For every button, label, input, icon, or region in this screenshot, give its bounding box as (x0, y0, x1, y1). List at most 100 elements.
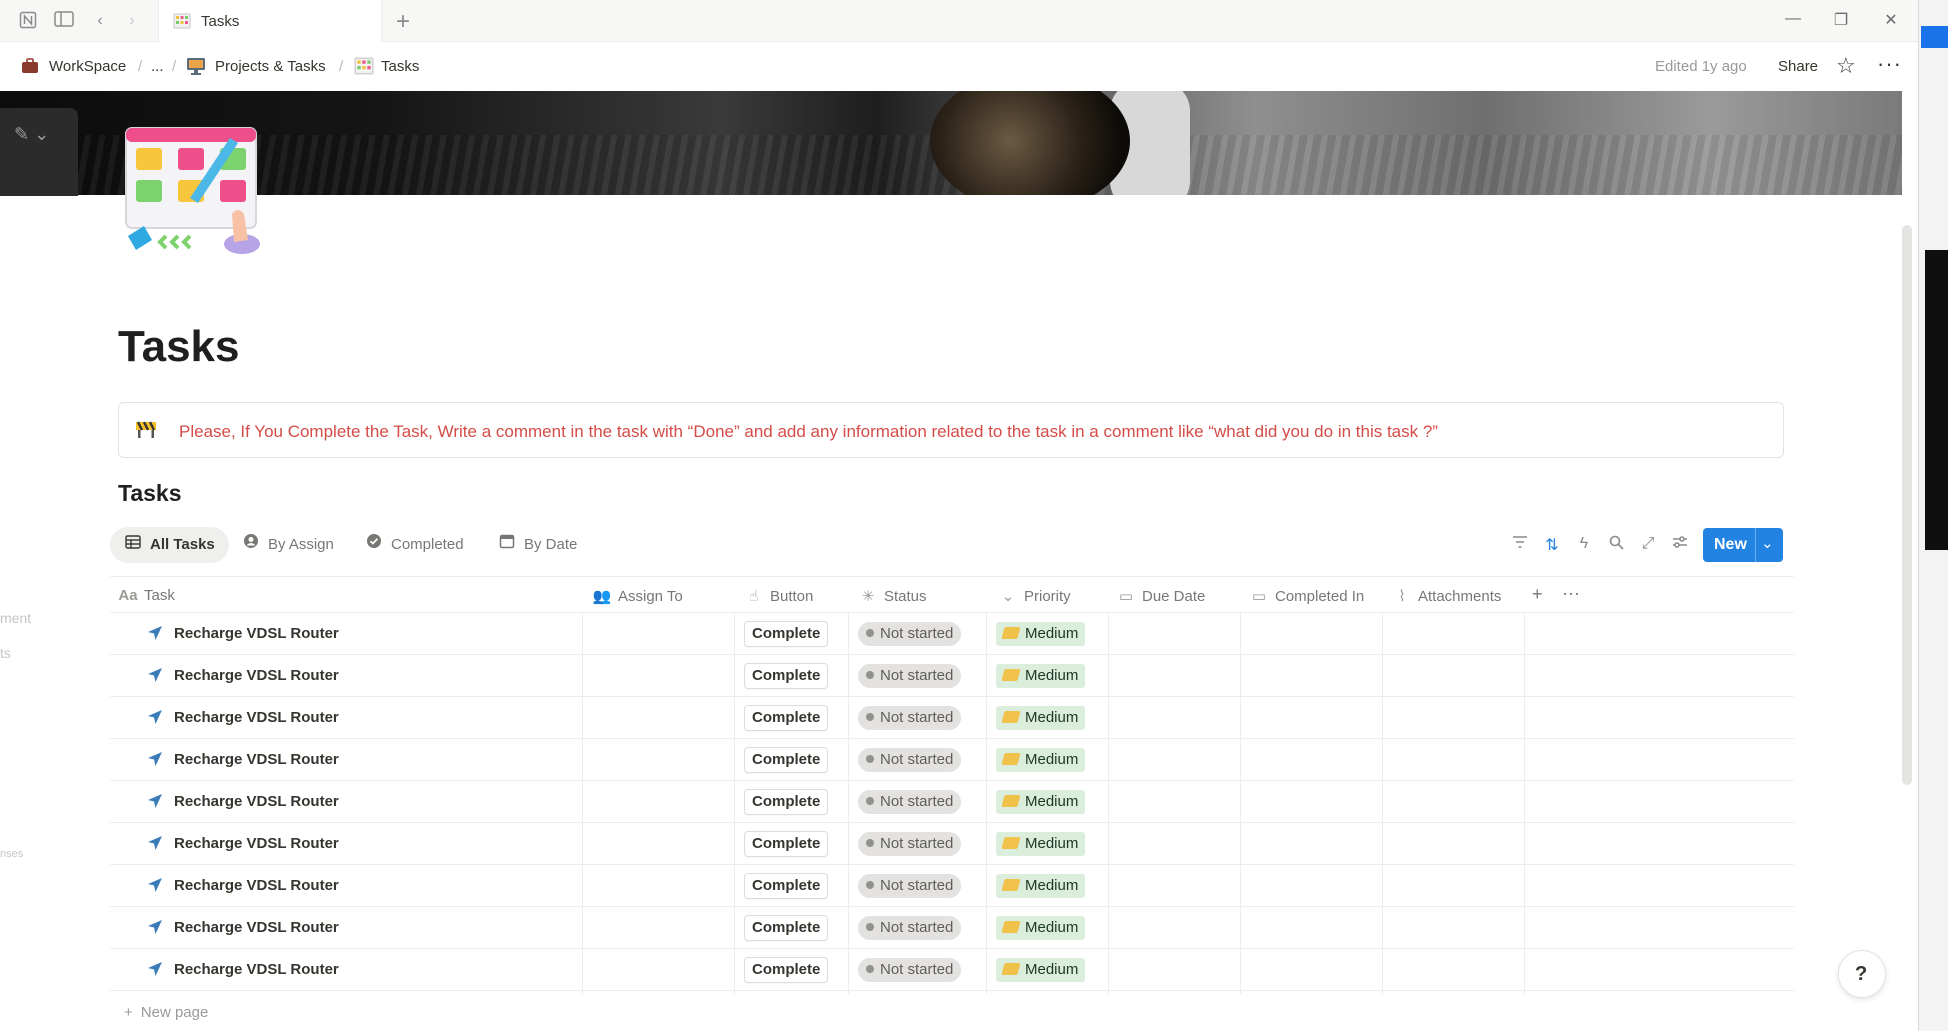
page-icon-kanban-illustration (125, 127, 260, 254)
back-arrow-icon[interactable]: ‹ (90, 11, 110, 31)
column-header-task[interactable]: Aa Task (118, 587, 174, 604)
status-badge[interactable]: Not started (858, 664, 962, 688)
table-row[interactable]: Recharge VDSL Router Complete Not started M… (110, 739, 1794, 781)
automation-bolt-icon[interactable]: ϟ (1574, 535, 1594, 553)
complete-button[interactable]: Complete (744, 663, 829, 689)
priority-badge[interactable]: Medium (996, 916, 1086, 940)
tab-tasks[interactable]: Tasks (158, 0, 382, 42)
table-row[interactable]: Recharge VDSL Router Complete Not started M… (110, 907, 1794, 949)
breadcrumb-tasks[interactable]: Tasks (381, 58, 419, 75)
compose-icon[interactable]: ✎ ⌄ (14, 124, 49, 145)
column-header-button[interactable]: ☝ Button (744, 587, 813, 605)
more-options-icon[interactable]: ··· (1877, 51, 1902, 77)
complete-button[interactable]: Complete (744, 621, 829, 647)
new-tab-button[interactable]: + (396, 8, 410, 36)
vertical-scrollbar[interactable] (1902, 225, 1912, 785)
view-tab-label: Completed (391, 536, 464, 553)
table-row[interactable]: Recharge VDSL Router Complete Not started M… (110, 865, 1794, 907)
favorite-star-icon[interactable]: ☆ (1836, 53, 1856, 79)
status-badge[interactable]: Not started (858, 958, 962, 982)
help-button[interactable]: ? (1838, 950, 1886, 998)
column-header-assign-to[interactable]: 👥 Assign To (592, 587, 683, 605)
database-title[interactable]: Tasks (118, 480, 182, 507)
priority-badge[interactable]: Medium (996, 790, 1086, 814)
paperclip-icon: ⌇ (1398, 588, 1406, 605)
status-badge[interactable]: Not started (858, 874, 962, 898)
sort-icon[interactable]: ⇅ (1542, 535, 1562, 555)
view-tab-all-tasks[interactable]: All Tasks (110, 527, 229, 563)
status-badge[interactable]: Not started (858, 706, 962, 730)
task-title-cell[interactable]: Recharge VDSL Router (146, 835, 339, 852)
table-row[interactable]: Recharge VDSL Router Complete Not started M… (110, 697, 1794, 739)
sidebar-toggle-icon[interactable] (54, 11, 74, 31)
breadcrumb-ellipsis[interactable]: ... (151, 58, 164, 75)
restore-button[interactable]: ❐ (1830, 10, 1852, 30)
priority-badge[interactable]: Medium (996, 622, 1086, 646)
priority-badge[interactable]: Medium (996, 832, 1086, 856)
priority-badge[interactable]: Medium (996, 874, 1086, 898)
column-header-attachments[interactable]: ⌇ Attachments (1392, 587, 1501, 605)
task-title-cell[interactable]: Recharge VDSL Router (146, 961, 339, 978)
close-window-button[interactable]: ✕ (1880, 10, 1902, 30)
task-title-cell[interactable]: Recharge VDSL Router (146, 793, 339, 810)
priority-badge[interactable]: Medium (996, 664, 1086, 688)
column-more-icon[interactable]: ··· (1562, 583, 1580, 604)
breadcrumb-separator: / (339, 58, 344, 75)
settings-sliders-icon[interactable] (1670, 535, 1690, 554)
task-title-cell[interactable]: Recharge VDSL Router (146, 919, 339, 936)
complete-button[interactable]: Complete (744, 705, 829, 731)
cheese-icon (1001, 795, 1021, 807)
ghost-sidebar-text: nses (0, 848, 24, 860)
priority-badge[interactable]: Medium (996, 706, 1086, 730)
filter-icon[interactable] (1510, 535, 1530, 554)
complete-button[interactable]: Complete (744, 789, 829, 815)
task-title-cell[interactable]: Recharge VDSL Router (146, 709, 339, 726)
search-icon[interactable] (1606, 535, 1626, 555)
priority-badge[interactable]: Medium (996, 958, 1086, 982)
table-row[interactable]: Recharge VDSL Router Complete Not started M… (110, 781, 1794, 823)
column-header-completed-in[interactable]: ▭ Completed In (1249, 587, 1364, 605)
view-tab-completed[interactable]: Completed (365, 527, 464, 563)
column-header-priority[interactable]: ⌄ Priority (998, 587, 1071, 605)
view-tab-by-date[interactable]: By Date (498, 527, 577, 563)
status-badge[interactable]: Not started (858, 622, 962, 646)
table-row[interactable]: Recharge VDSL Router Complete Not started M… (110, 655, 1794, 697)
complete-button[interactable]: Complete (744, 747, 829, 773)
breadcrumb-projects-tasks[interactable]: Projects & Tasks (215, 58, 326, 75)
task-title-cell[interactable]: Recharge VDSL Router (146, 667, 339, 684)
priority-badge[interactable]: Medium (996, 748, 1086, 772)
task-title-cell[interactable]: Recharge VDSL Router (146, 877, 339, 894)
table-row[interactable]: Recharge VDSL Router Complete Not started M… (110, 823, 1794, 865)
status-badge[interactable]: Not started (858, 790, 962, 814)
complete-button[interactable]: Complete (744, 957, 829, 983)
minimize-button[interactable]: — (1782, 10, 1804, 28)
complete-button[interactable]: Complete (744, 873, 829, 899)
page-title[interactable]: Tasks (118, 322, 240, 372)
column-header-status[interactable]: ✳ Status (858, 587, 927, 605)
chevron-circle-icon: ⌄ (1001, 588, 1015, 605)
task-title-cell[interactable]: Recharge VDSL Router (146, 751, 339, 768)
chevron-down-icon[interactable]: ⌄ (1761, 534, 1774, 552)
new-record-button[interactable]: New ⌄ (1703, 528, 1783, 562)
table-row[interactable]: Recharge VDSL Router Complete Not started M… (110, 613, 1794, 655)
status-badge[interactable]: Not started (858, 748, 962, 772)
task-title-cell[interactable]: Recharge VDSL Router (146, 625, 339, 642)
view-tab-label: By Assign (268, 536, 334, 553)
breadcrumb-separator: / (138, 58, 143, 75)
notion-logo-icon[interactable] (18, 11, 38, 31)
callout-block[interactable]: Please, If You Complete the Task, Write … (118, 402, 1784, 458)
breadcrumb-workspace[interactable]: WorkSpace (49, 58, 126, 75)
table-row[interactable]: Recharge VDSL Router Complete Not started M… (110, 949, 1794, 991)
add-column-button[interactable]: + (1532, 584, 1543, 605)
complete-button[interactable]: Complete (744, 915, 829, 941)
person-icon (242, 527, 260, 563)
expand-icon[interactable]: ⤢ (1638, 535, 1658, 553)
status-badge[interactable]: Not started (858, 832, 962, 856)
forward-arrow-icon[interactable]: › (122, 11, 142, 31)
new-page-row[interactable]: + New page (124, 1004, 208, 1021)
view-tab-by-assign[interactable]: By Assign (242, 527, 334, 563)
column-header-due-date[interactable]: ▭ Due Date (1116, 587, 1205, 605)
status-badge[interactable]: Not started (858, 916, 962, 940)
complete-button[interactable]: Complete (744, 831, 829, 857)
share-button[interactable]: Share (1778, 58, 1818, 75)
